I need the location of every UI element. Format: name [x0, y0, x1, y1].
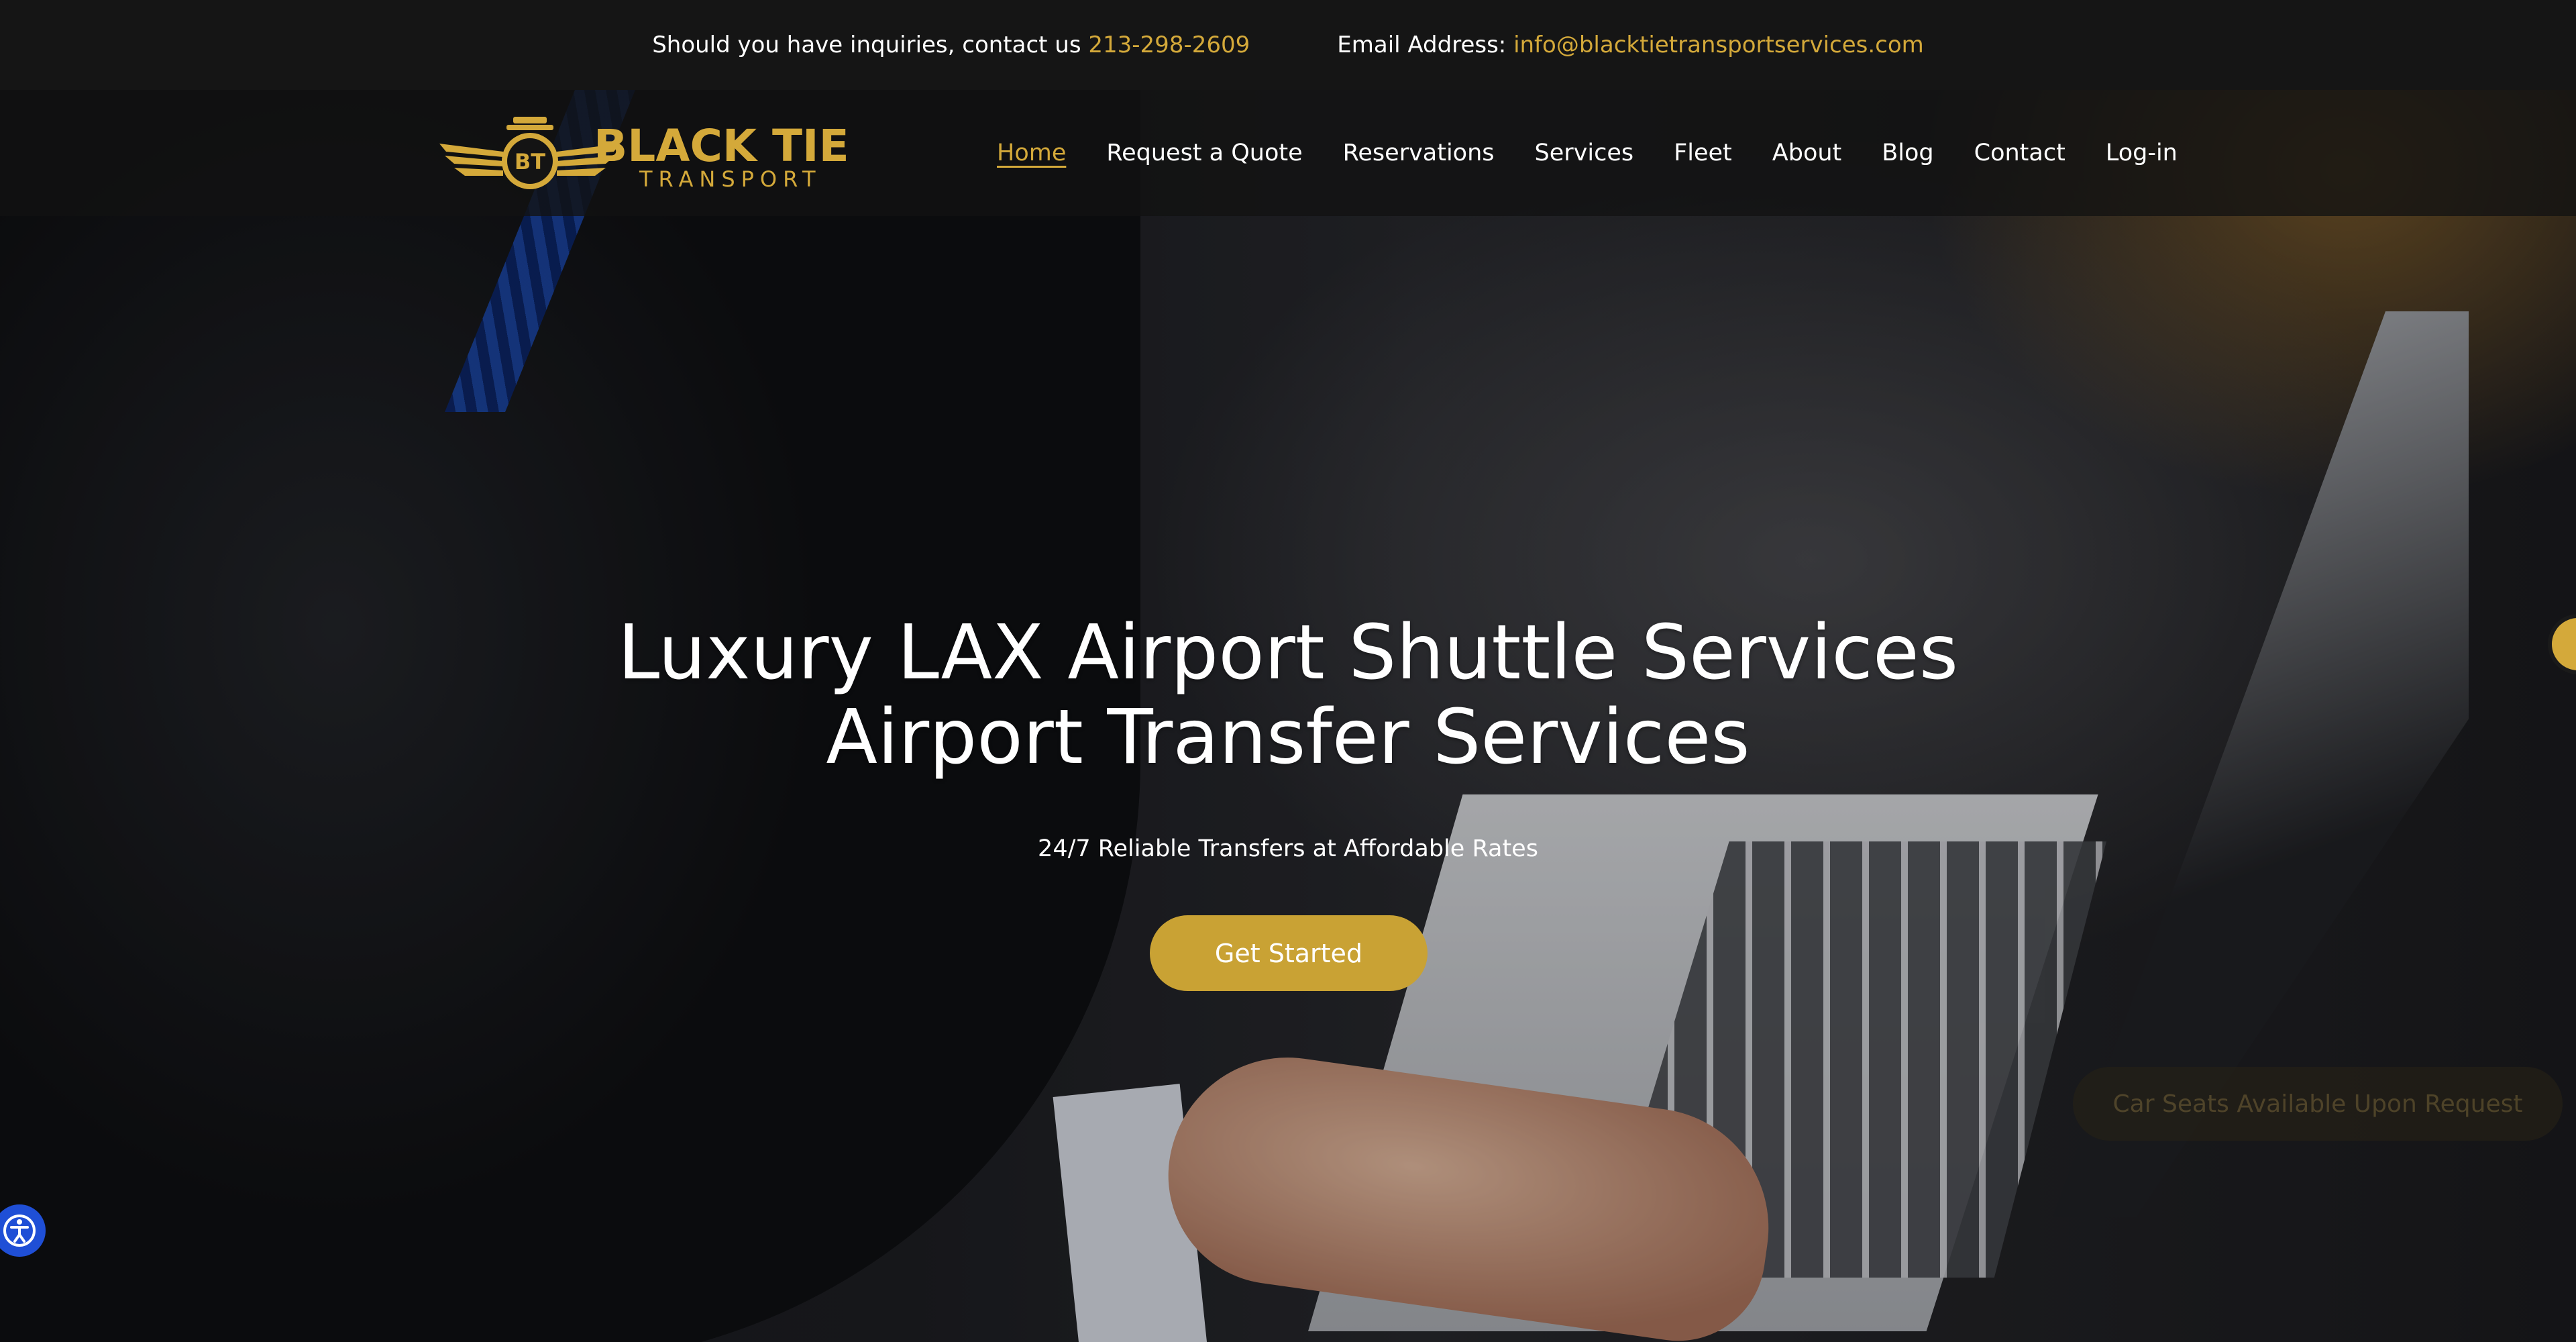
hero-subtitle: 24/7 Reliable Transfers at Affordable Ra…: [1038, 835, 1538, 862]
nav-request-quote[interactable]: Request a Quote: [1106, 140, 1302, 166]
email-text: Email Address: info@blacktietransportser…: [1337, 32, 1924, 58]
nav-reservations[interactable]: Reservations: [1343, 140, 1495, 166]
nav-login[interactable]: Log-in: [2106, 140, 2178, 166]
nav-services[interactable]: Services: [1535, 140, 1634, 166]
logo-tagline: TRANSPORT: [639, 166, 822, 191]
brand-logo[interactable]: BT BLACK TIE TRANSPORT: [439, 117, 855, 191]
email-label: Email Address:: [1337, 32, 1507, 58]
hero-title: Luxury LAX Airport Shuttle Services Airp…: [0, 611, 2576, 780]
inquiry-label: Should you have inquiries, contact us: [652, 32, 1081, 58]
top-contact-bar: Should you have inquiries, contact us 21…: [0, 0, 2576, 90]
phone-link[interactable]: 213-298-2609: [1088, 32, 1250, 58]
nav-about[interactable]: About: [1772, 140, 1841, 166]
hero-title-line2: Airport Transfer Services: [826, 694, 1750, 781]
inquiry-text: Should you have inquiries, contact us 21…: [652, 32, 1250, 58]
hero-title-line1: Luxury LAX Airport Shuttle Services: [617, 609, 1959, 696]
car-seat-notice: Car Seats Available Upon Request: [2073, 1067, 2563, 1141]
nav-contact[interactable]: Contact: [1974, 140, 2065, 166]
nav-fleet[interactable]: Fleet: [1674, 140, 1732, 166]
email-link[interactable]: info@blacktietransportservices.com: [1513, 32, 1924, 58]
logo-initials: BT: [515, 149, 545, 174]
nav-home[interactable]: Home: [997, 140, 1066, 166]
main-navbar: BT BLACK TIE TRANSPORT Home Request a Qu…: [0, 90, 2576, 216]
nav-blog[interactable]: Blog: [1882, 140, 1933, 166]
logo-name: BLACK TIE: [594, 120, 849, 172]
get-started-button[interactable]: Get Started: [1150, 915, 1428, 991]
primary-nav: Home Request a Quote Reservations Servic…: [997, 90, 2178, 216]
accessibility-icon: [3, 1215, 36, 1247]
